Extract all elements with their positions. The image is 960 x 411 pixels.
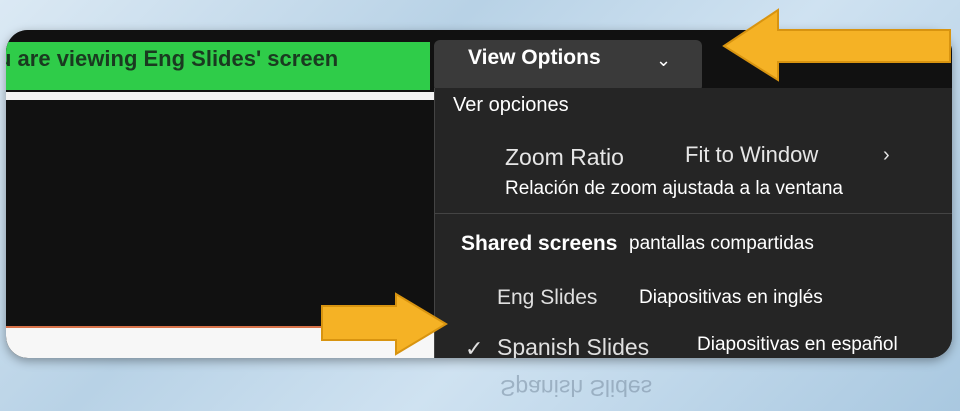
menu-divider <box>435 213 952 214</box>
menu-item-spanish-slides[interactable]: Spanish Slides <box>497 334 649 358</box>
chevron-right-icon: › <box>883 144 890 166</box>
view-options-menu: Ver opciones Zoom Ratio Fit to Window › … <box>434 88 952 358</box>
shared-screens-translation: pantallas compartidas <box>629 233 814 254</box>
menu-header-translation: Ver opciones <box>435 88 681 126</box>
eng-slides-translation: Diapositivas en inglés <box>639 287 823 308</box>
reflection-text: Spanish Slides <box>500 375 653 401</box>
shared-screens-heading: Shared screens <box>461 232 618 255</box>
view-options-label: View Options <box>468 46 601 69</box>
zoom-ratio-value[interactable]: Fit to Window <box>685 142 818 168</box>
arrow-left-icon <box>722 8 951 82</box>
viewing-screen-text: u are viewing Eng Slides' screen <box>6 46 339 71</box>
viewing-screen-banner: u are viewing Eng Slides' screen <box>6 42 430 90</box>
arrow-right-icon <box>321 292 448 356</box>
spanish-slides-translation: Diapositivas en español <box>697 334 898 355</box>
chevron-down-icon: ⌄ <box>656 50 672 70</box>
checkmark-icon: ✓ <box>465 336 484 358</box>
zoom-ratio-translation: Relación de zoom ajustada a la ventana <box>505 178 844 199</box>
view-options-button[interactable]: View Options ⌄ <box>434 40 702 92</box>
menu-item-eng-slides[interactable]: Eng Slides <box>497 286 597 310</box>
menu-item-zoom-ratio[interactable]: Zoom Ratio <box>505 144 624 171</box>
